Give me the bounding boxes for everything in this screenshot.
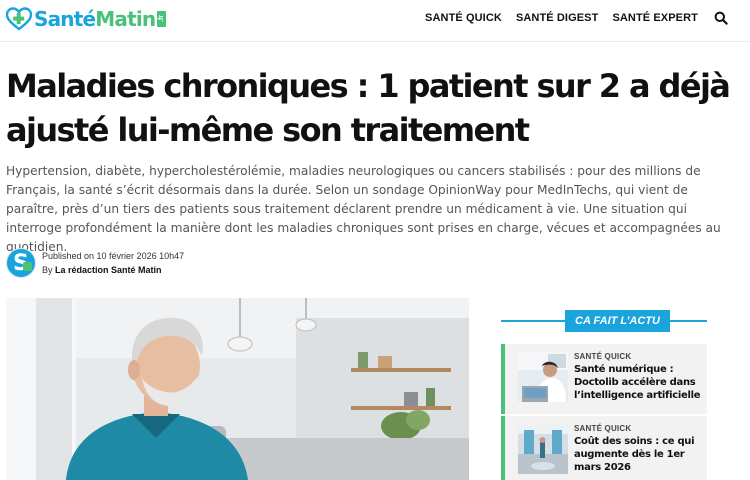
widget-title: CA FAIT L’ACTU	[565, 310, 670, 332]
news-thumbnail	[518, 352, 568, 402]
heart-cross-logo-icon	[5, 7, 33, 31]
news-card[interactable]: SANTÉ QUICK Coût des soins : ce qui augm…	[501, 416, 707, 480]
news-thumbnail	[518, 424, 568, 474]
article-title: Maladies chroniques : 1 patient sur 2 a …	[6, 67, 731, 149]
news-category: SANTÉ QUICK	[574, 352, 632, 361]
nav-sante-expert[interactable]: SANTÉ EXPERT	[612, 12, 698, 24]
published-date: Published on 10 février 2026 10h47	[42, 251, 185, 261]
author-avatar: S	[6, 248, 36, 278]
logo-wordmark: SantéMatin	[34, 7, 156, 31]
main-nav: SANTÉ QUICK SANTÉ DIGEST SANTÉ EXPERT	[425, 0, 728, 36]
site-logo[interactable]: SantéMatin .fr	[5, 6, 167, 32]
news-card[interactable]: SANTÉ QUICK Santé numérique : Doctolib a…	[501, 344, 707, 414]
logo-tld: .fr	[157, 11, 167, 27]
news-title: Coût des soins : ce qui augmente dès le …	[574, 436, 695, 473]
by-prefix: By	[42, 265, 53, 275]
hero-photo-illustration	[6, 298, 469, 480]
author-line: By La rédaction Santé Matin	[42, 263, 184, 277]
news-category: SANTÉ QUICK	[574, 424, 632, 433]
nav-sante-quick[interactable]: SANTÉ QUICK	[425, 12, 502, 24]
byline: S Published on 10 février 2026 10h47 By …	[6, 246, 184, 280]
byline-text: Published on 10 février 2026 10h47 By La…	[42, 249, 184, 277]
widget-header: CA FAIT L’ACTU	[501, 310, 707, 332]
site-header: SantéMatin .fr SANTÉ QUICK SANTÉ DIGEST …	[0, 0, 750, 42]
article-lede: Hypertension, diabète, hypercholestérolé…	[6, 164, 721, 254]
news-title: Santé numérique : Doctolib accélère dans…	[574, 364, 701, 401]
author-link[interactable]: La rédaction Santé Matin	[55, 265, 162, 275]
nav-sante-digest[interactable]: SANTÉ DIGEST	[516, 12, 599, 24]
logo-part-1: Santé	[34, 7, 96, 31]
search-icon[interactable]	[714, 11, 728, 25]
logo-part-2: Matin	[95, 7, 156, 31]
hero-image	[6, 298, 469, 480]
sidebar-news-widget: CA FAIT L’ACTU SANTÉ QUICK Santé numériq…	[501, 310, 707, 480]
avatar-plus-icon	[23, 262, 32, 271]
